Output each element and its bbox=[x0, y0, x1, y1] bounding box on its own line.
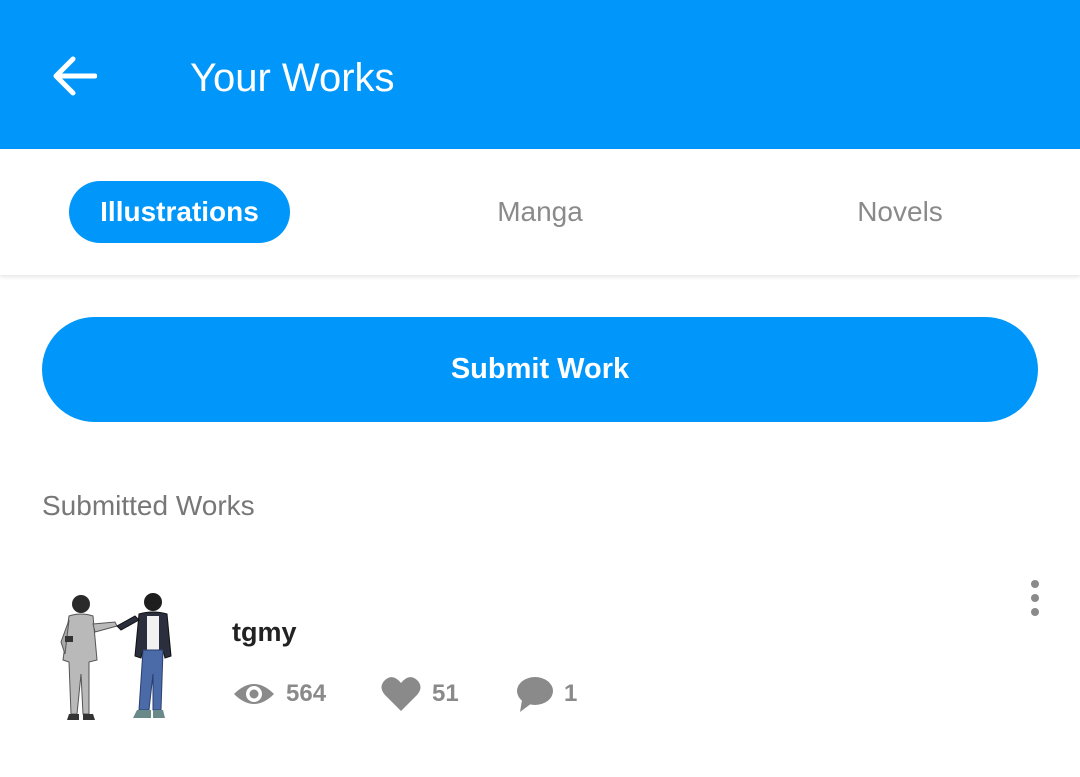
eye-icon bbox=[234, 684, 274, 704]
app-root: Your Works Illustrations Manga Novels Su… bbox=[0, 0, 1080, 777]
arrow-left-icon bbox=[53, 56, 97, 96]
more-vertical-icon bbox=[1031, 577, 1039, 619]
works-tab-bar: Illustrations Manga Novels bbox=[0, 149, 1080, 275]
views-count: 564 bbox=[286, 680, 327, 707]
page-title: Your Works bbox=[190, 56, 395, 100]
comment-icon bbox=[517, 677, 553, 712]
tab-illustrations[interactable]: Illustrations bbox=[69, 181, 290, 243]
work-thumbnail[interactable] bbox=[55, 590, 175, 738]
thumbnail-illustration bbox=[60, 593, 172, 720]
likes-count: 51 bbox=[432, 680, 459, 707]
top-app-bar: Your Works bbox=[0, 0, 1080, 149]
work-title[interactable]: tgmy bbox=[232, 617, 297, 648]
heart-icon bbox=[381, 677, 421, 711]
comments-count: 1 bbox=[564, 680, 578, 707]
section-title: Submitted Works bbox=[42, 490, 255, 521]
more-options-button[interactable] bbox=[1012, 570, 1058, 626]
views-stat: 564 bbox=[232, 672, 326, 716]
submit-work-button[interactable]: Submit Work bbox=[42, 317, 1038, 422]
likes-stat: 51 bbox=[380, 672, 459, 716]
comments-stat: 1 bbox=[514, 672, 577, 716]
list-item[interactable]: tgmy 564 51 1 bbox=[0, 560, 1080, 777]
back-button[interactable] bbox=[40, 44, 108, 108]
tab-manga[interactable]: Manga bbox=[440, 181, 640, 243]
tab-novels[interactable]: Novels bbox=[800, 181, 1000, 243]
